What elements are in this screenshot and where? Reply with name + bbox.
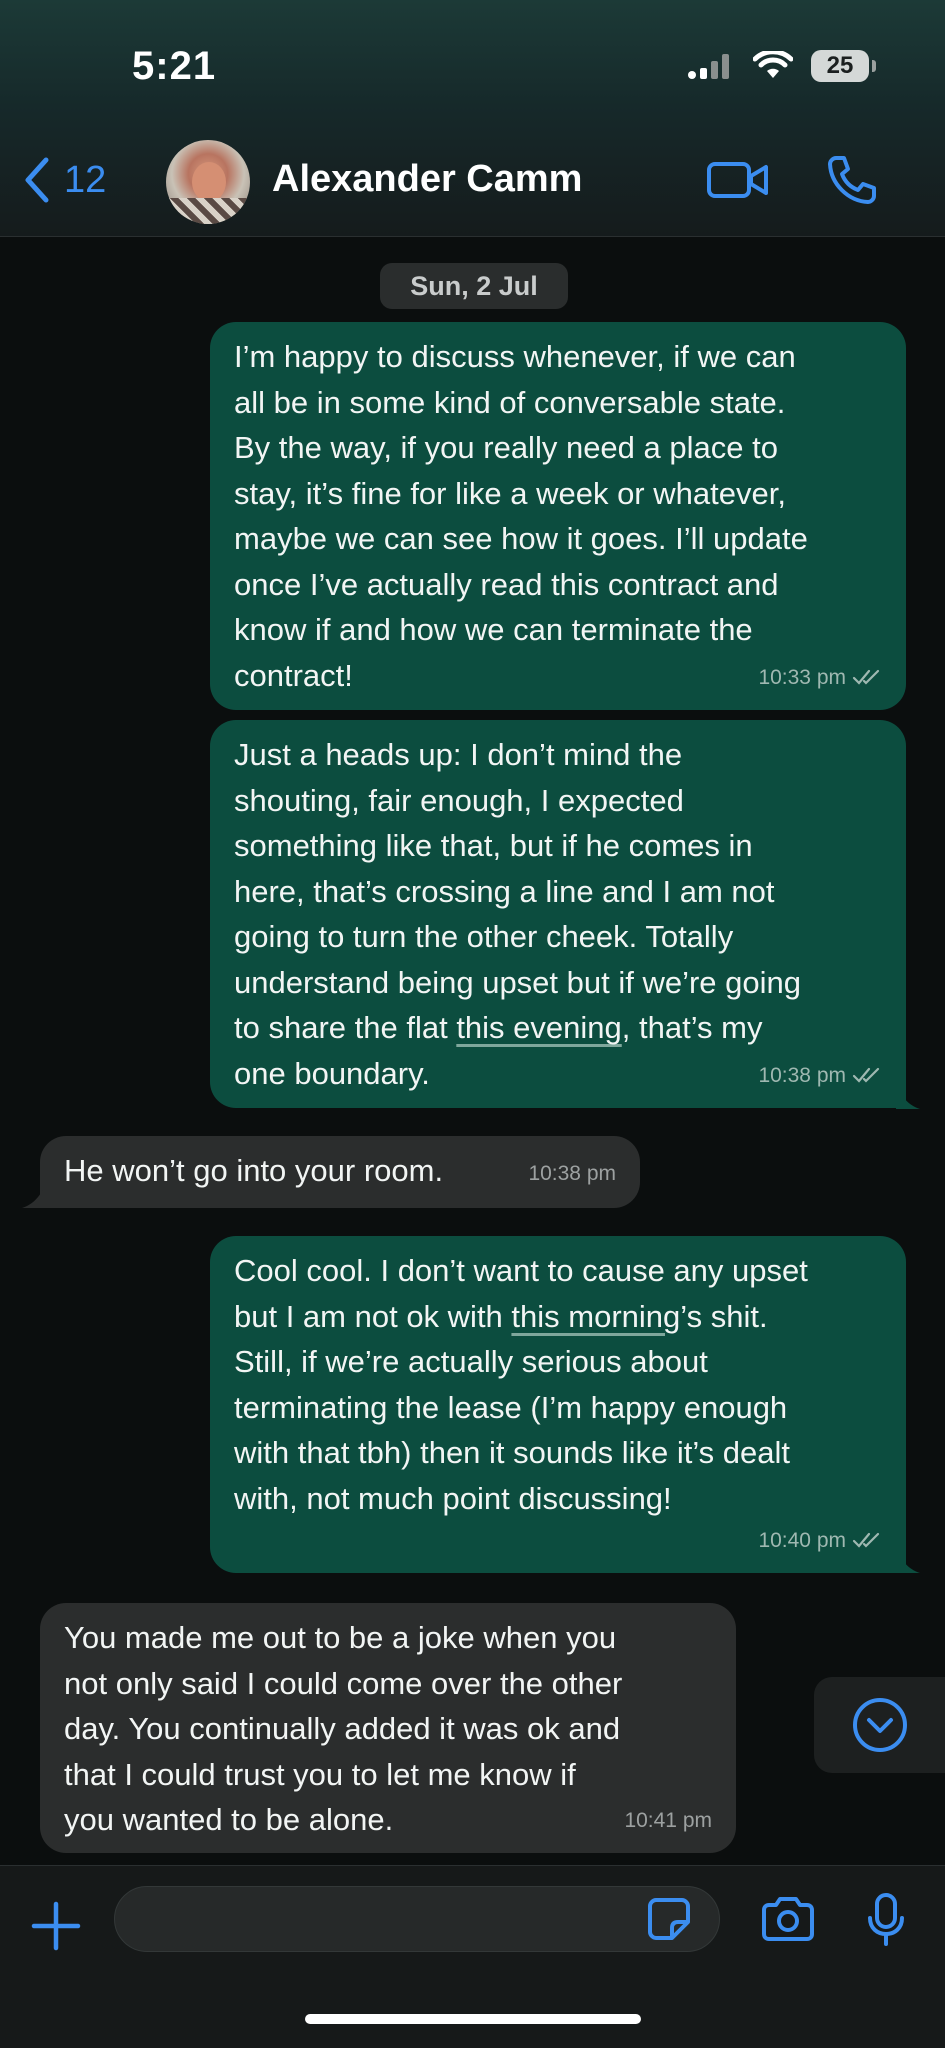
back-button[interactable]: 12 <box>20 156 106 204</box>
message-line-part: but I am not ok with <box>234 1298 512 1334</box>
message-meta: 10:38 pm <box>528 1151 616 1197</box>
message-line: shouting, fair enough, I expected <box>234 782 684 818</box>
sticker-icon <box>648 1898 690 1940</box>
battery-icon: 25 <box>811 50 876 82</box>
message-input[interactable] <box>114 1886 720 1952</box>
battery-level: 25 <box>826 52 854 79</box>
status-time: 5:21 <box>132 44 217 88</box>
chat-screen: 5:21 25 12 Alexander Camm Sun, 2 Jul I’m… <box>0 0 945 2048</box>
avatar[interactable] <box>166 140 250 224</box>
message-line: Still, if we’re actually serious about <box>234 1344 708 1379</box>
message-line: all be in some kind of conversable state… <box>234 384 786 420</box>
wifi-icon <box>753 51 793 78</box>
unread-count: 12 <box>64 158 107 201</box>
message-time: 10:38 pm <box>758 1063 846 1087</box>
voice-call-button[interactable] <box>826 154 878 211</box>
message-line: By the way, if you really need a place t… <box>234 430 778 465</box>
message-line: You made me out to be a joke when you <box>64 1620 617 1655</box>
message-line: you wanted to be alone. <box>64 1802 394 1837</box>
chevron-left-icon <box>25 157 49 203</box>
message-line: terminating the lease (I’m happy enough <box>234 1389 788 1425</box>
message-line: but I am not ok with this morning’s shit… <box>234 1294 882 1340</box>
message-line: understand being upset but if we’re goin… <box>234 964 802 1000</box>
message-bubble-outgoing[interactable]: Just a heads up: I don’t mind the shouti… <box>210 720 906 1108</box>
chevron-down-circle-icon <box>852 1698 907 1752</box>
message-line: Cool cool. I don’t want to cause any ups… <box>234 1253 808 1288</box>
voice-message-button[interactable] <box>866 1892 906 1953</box>
composer-bar <box>0 1865 945 2048</box>
message-time: 10:40 pm <box>758 1528 846 1552</box>
message-line: going to turn the other cheek. Totally <box>234 919 734 954</box>
contact-name[interactable]: Alexander Camm <box>272 158 582 201</box>
message-line: not only said I could come over the othe… <box>64 1665 623 1701</box>
double-check-icon <box>852 1533 880 1548</box>
sticker-button[interactable] <box>646 1896 692 1947</box>
double-check-icon <box>852 670 880 685</box>
status-icons: 25 <box>687 50 876 82</box>
microphone-icon <box>868 1893 904 1946</box>
message-list[interactable]: Sun, 2 Jul I’m happy to discuss whenever… <box>0 237 945 1865</box>
message-line: with, not much point discussing! <box>234 1480 672 1516</box>
message-meta: 10:33 pm <box>758 655 882 701</box>
attach-button[interactable] <box>30 1900 82 1957</box>
message-bubble-outgoing[interactable]: Cool cool. I don’t want to cause any ups… <box>210 1236 906 1573</box>
plus-icon <box>31 1901 81 1951</box>
message-bubble-outgoing[interactable]: I’m happy to discuss whenever, if we can… <box>210 322 906 710</box>
video-camera-icon <box>707 162 768 198</box>
date-separator: Sun, 2 Jul <box>380 263 568 309</box>
message-line: here, that’s crossing a line and I am no… <box>234 873 775 909</box>
message-line-part: to share the flat <box>234 1010 457 1045</box>
message-time: 10:41 pm <box>624 1808 712 1832</box>
video-call-button[interactable] <box>706 156 770 209</box>
camera-button[interactable] <box>760 1896 816 1947</box>
message-meta: 10:40 pm <box>758 1518 882 1564</box>
bubble-tail <box>22 1184 46 1208</box>
message-input-field[interactable] <box>139 1897 623 1943</box>
camera-icon <box>762 1897 814 1941</box>
chat-header: 5:21 25 12 Alexander Camm <box>0 0 945 237</box>
message-line: know if and how we can terminate the <box>234 612 753 647</box>
message-line: maybe we can see how it goes. I’ll updat… <box>234 521 808 556</box>
message-meta: 10:41 pm <box>624 1798 712 1844</box>
home-indicator[interactable] <box>305 2014 641 2024</box>
cellular-signal-icon <box>688 54 729 79</box>
message-line-part: , that’s my <box>621 1010 763 1045</box>
date-link[interactable]: this evening <box>456 1010 621 1045</box>
message-line-part: ’s shit. <box>680 1298 768 1334</box>
bubble-tail <box>896 1549 920 1573</box>
message-line: stay, it’s fine for like a week or whate… <box>234 475 786 511</box>
message-text: He won’t go into your room. <box>64 1153 444 1188</box>
date-link[interactable]: this morning <box>511 1299 680 1334</box>
message-bubble-incoming[interactable]: He won’t go into your room. 10:38 pm <box>40 1136 640 1208</box>
message-line: once I’ve actually read this contract an… <box>234 566 779 602</box>
bubble-tail <box>896 1085 920 1109</box>
double-check-icon <box>852 1068 880 1083</box>
phone-icon <box>828 156 876 204</box>
message-line: Just a heads up: I don’t mind the <box>234 737 683 772</box>
chat-nav-row: 12 Alexander Camm <box>0 132 945 232</box>
message-bubble-incoming[interactable]: You made me out to be a joke when you no… <box>40 1603 736 1853</box>
message-line: that I could trust you to let me know if <box>64 1756 576 1792</box>
message-line: to share the flat this evening, that’s m… <box>234 1005 882 1051</box>
message-line: something like that, but if he comes in <box>234 828 753 863</box>
message-line: day. You continually added it was ok and <box>64 1711 621 1746</box>
message-meta: 10:38 pm <box>758 1053 882 1099</box>
scroll-to-bottom-button[interactable] <box>814 1677 945 1773</box>
message-time: 10:33 pm <box>758 665 846 689</box>
message-line: I’m happy to discuss whenever, if we can <box>234 339 796 374</box>
message-time: 10:38 pm <box>528 1161 616 1185</box>
message-line: with that tbh) then it sounds like it’s … <box>234 1435 791 1470</box>
